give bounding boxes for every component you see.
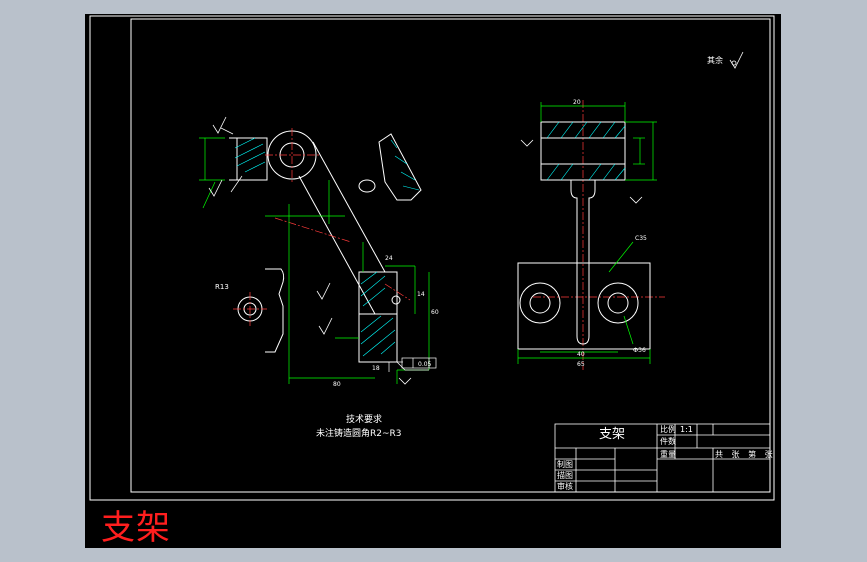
- dim-24: 24: [385, 255, 393, 262]
- title-check-label: 审核: [557, 482, 573, 491]
- side-view: [517, 121, 651, 350]
- title-count-label: 件数: [660, 437, 676, 446]
- roughness-note: 其余: [707, 56, 723, 65]
- dim-phi36: Ф36: [633, 347, 646, 354]
- side-base-right-hole: [607, 292, 629, 314]
- lower-block: [358, 271, 398, 363]
- rib-section-dot: [358, 179, 376, 193]
- title-scale-label: 比例: [660, 425, 676, 434]
- dim-40: 40: [577, 351, 585, 358]
- centerlines: [233, 100, 665, 370]
- side-base-right-outer: [597, 282, 639, 324]
- dim-14: 14: [417, 291, 425, 298]
- inner-frame: [130, 18, 771, 493]
- dimensions-side: [517, 102, 657, 364]
- lower-hole: [391, 295, 401, 305]
- rib-edge-1: [312, 141, 386, 273]
- side-base-left-outer: [519, 282, 561, 324]
- notes-line: 未注铸造圆角R2~R3: [316, 429, 402, 439]
- title-sheet-info: 共 张 第 张: [715, 450, 776, 459]
- side-base-left-hole: [529, 292, 551, 314]
- dimensions-main: [199, 137, 430, 384]
- r13-detail: [265, 268, 285, 353]
- caption-title: 支架: [101, 508, 171, 548]
- dim-18: 18: [372, 365, 380, 372]
- title-part-name: 支架: [599, 427, 626, 442]
- notes-heading: 技术要求: [346, 415, 383, 425]
- dim-20: 20: [573, 99, 581, 106]
- hatching-main: [234, 137, 420, 357]
- dim-60: 60: [431, 309, 439, 316]
- title-drawn-label: 制图: [557, 460, 573, 469]
- drawing-sheet: 0.05 R13 80 18 24 60 14 20 40 65 C35 Ф36…: [85, 14, 781, 548]
- cad-drawing: 0.05 R13 80 18 24 60 14 20 40 65 C35 Ф36: [89, 15, 775, 501]
- tolerance-value: 0.05: [418, 361, 432, 368]
- dim-c36: C35: [635, 235, 647, 242]
- dim-80: 80: [333, 381, 341, 388]
- title-drawn2-label: 描图: [557, 471, 573, 480]
- rib-section: [378, 133, 422, 201]
- dim-r13: R13: [215, 283, 229, 291]
- title-weight-label: 重量: [660, 450, 676, 459]
- dim-65: 65: [577, 361, 585, 368]
- hatching-side: [546, 121, 626, 181]
- rib-edge-2: [298, 175, 376, 315]
- left-bracket: [229, 137, 268, 181]
- title-scale-value: 1:1: [680, 425, 693, 434]
